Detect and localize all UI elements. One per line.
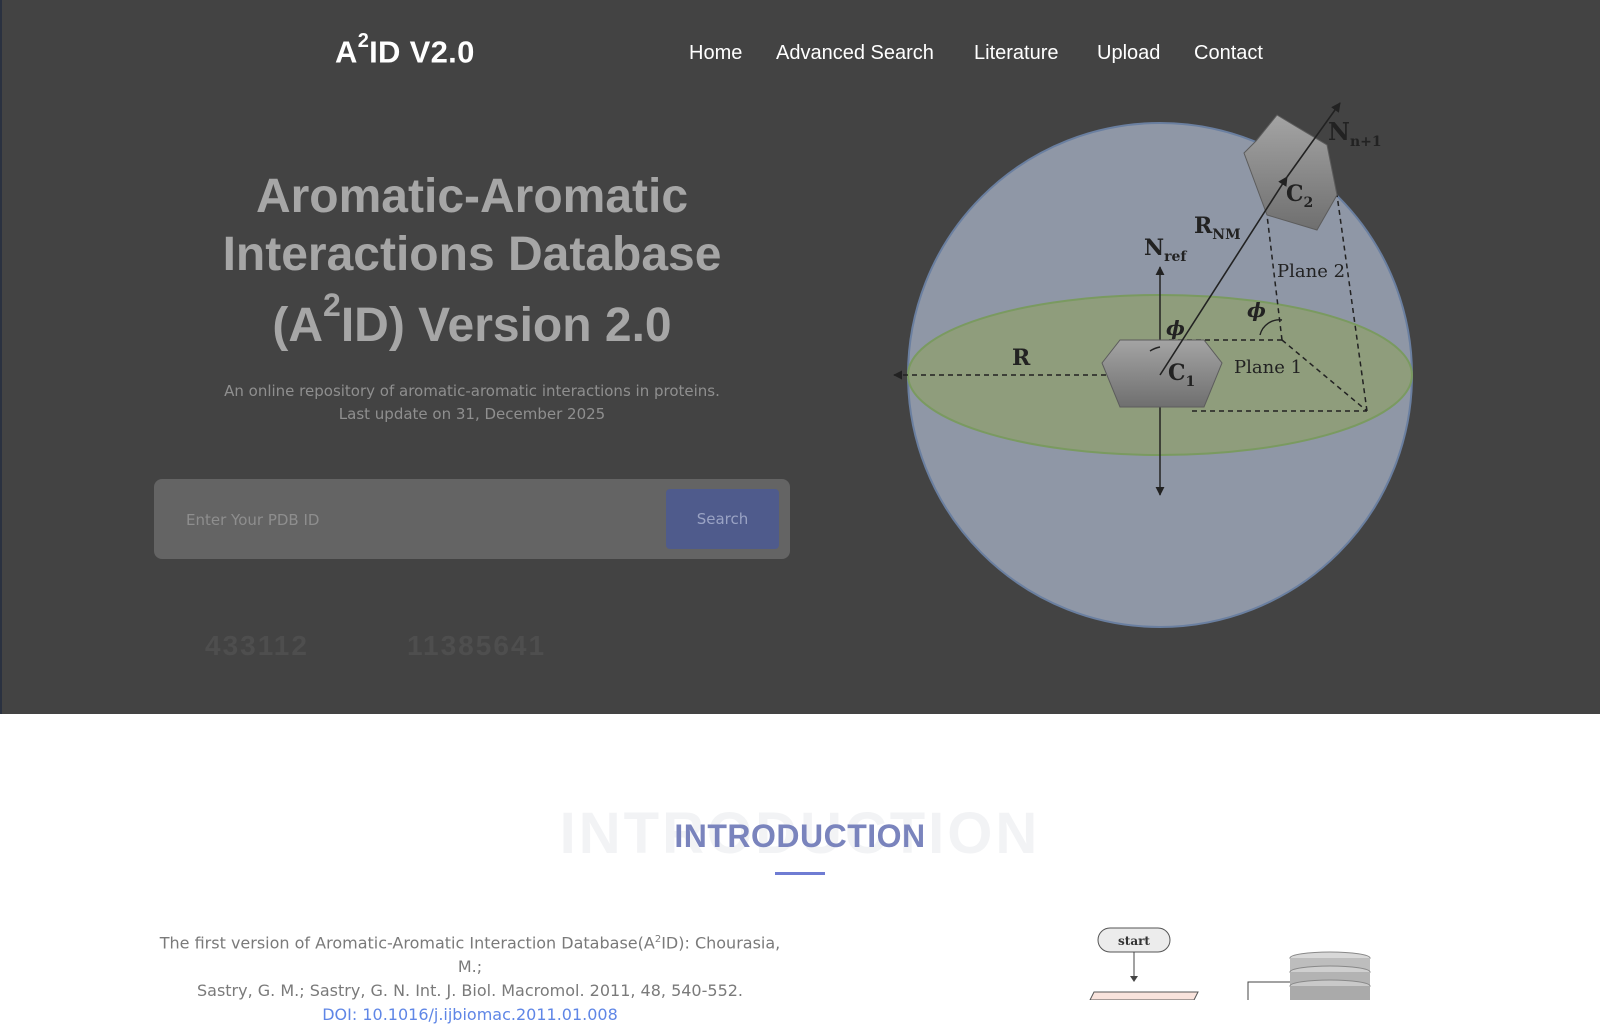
hero-title-line3-sup: 2: [323, 287, 341, 323]
workflow-diagram: start: [1089, 927, 1371, 1000]
brand-prefix: A: [335, 34, 358, 70]
stat-value-2: 11385641: [407, 630, 547, 661]
flow-input-node: [1089, 991, 1199, 1000]
hero-subtitle-line2: Last update on 31, December 2025: [338, 405, 606, 423]
brand-sup: 2: [357, 30, 370, 52]
hero-title-line2: Interactions Database: [222, 228, 722, 281]
hero-title-line3: (A2ID) Version 2.0: [162, 284, 782, 355]
hero-subtitle-line1: An online repository of aromatic-aromati…: [224, 382, 720, 400]
hero-section: A2ID V2.0 Home Advanced Search Literatur…: [0, 0, 1600, 714]
flow-start-label: start: [1118, 934, 1150, 948]
aromatic-interaction-diagram: Nn+1 C2 RNM Nref Plane 2 ϕ ϕ R C1 Plane …: [893, 102, 1413, 628]
label-r: R: [1012, 345, 1031, 371]
search-button[interactable]: Search: [666, 489, 779, 549]
citation-line1: The first version of Aromatic-Aromatic I…: [150, 928, 790, 979]
label-plane-1: Plane 1: [1234, 357, 1302, 378]
brand-logo[interactable]: A2ID V2.0: [335, 30, 475, 70]
citation: The first version of Aromatic-Aromatic I…: [150, 928, 790, 1027]
hero-title-line3-suffix: ID) Version 2.0: [340, 299, 672, 352]
nav-home[interactable]: Home: [689, 42, 742, 65]
intro-title: INTRODUCTION: [674, 818, 926, 854]
brand-suffix: ID V2.0: [369, 34, 475, 70]
intro-divider: [775, 872, 825, 875]
label-phi-2: ϕ: [1247, 298, 1266, 322]
ring-c1: [1101, 339, 1223, 408]
database-icon: [1289, 951, 1371, 1000]
nav-contact[interactable]: Contact: [1194, 42, 1263, 65]
hero-title-line3-prefix: (A: [272, 299, 324, 352]
pdb-search-form: Search: [154, 479, 790, 559]
label-plane-2: Plane 2: [1277, 261, 1345, 282]
doi-link[interactable]: DOI: 10.1016/j.ijbiomac.2011.01.008: [322, 1005, 618, 1024]
hero-title-line1: Aromatic-Aromatic: [255, 170, 689, 223]
hero-title: Aromatic-Aromatic Interactions Database …: [162, 168, 782, 355]
label-phi-1: ϕ: [1166, 316, 1185, 340]
nav-advanced-search[interactable]: Advanced Search: [776, 42, 934, 65]
nav-upload[interactable]: Upload: [1097, 42, 1160, 65]
citation-prefix: The first version of Aromatic-Aromatic I…: [159, 933, 655, 953]
pdb-id-input[interactable]: [184, 499, 628, 541]
nav-literature[interactable]: Literature: [974, 42, 1059, 65]
stat-value-1: 433112: [205, 630, 309, 661]
label-n-next: Nn+1: [1328, 117, 1382, 150]
hero-subtitle: An online repository of aromatic-aromati…: [162, 380, 782, 426]
